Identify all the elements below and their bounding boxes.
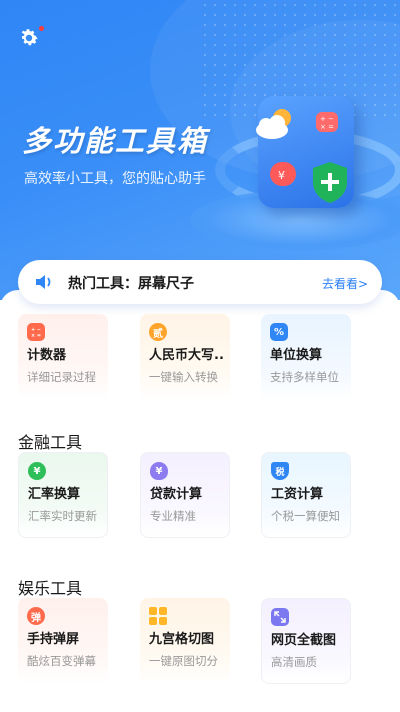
tool-name: 计数器 xyxy=(27,348,67,363)
percent-icon: % xyxy=(270,323,288,341)
svg-text:+ −: + − xyxy=(320,115,334,123)
section-title-finance: 金融工具 xyxy=(18,433,83,452)
shield-plus-icon xyxy=(313,162,347,203)
tool-name: 贷款计算 xyxy=(150,487,203,502)
tool-desc: 专业精准 xyxy=(150,509,196,523)
speaker-icon xyxy=(36,275,51,289)
tool-desc: 一键原图切分 xyxy=(149,654,218,668)
tool-desc: 详细记录过程 xyxy=(27,370,96,384)
calculator-icon: + − × = xyxy=(27,323,45,341)
app-subtitle: 高效率小工具，您的贴心助手 xyxy=(24,171,206,187)
tool-card-handheld-danmaku[interactable]: 弹 手持弹屏 酷炫百变弹幕 xyxy=(18,598,108,684)
notification-dot xyxy=(39,26,44,31)
tool-desc: 酷炫百变弹幕 xyxy=(27,654,96,668)
section-title-entertainment: 娱乐工具 xyxy=(18,579,83,598)
moneybag-mini-icon: ¥ xyxy=(270,162,296,186)
notice-text: 热门工具：屏幕尺子 xyxy=(68,276,194,292)
rmb-icon: 贰 xyxy=(149,323,167,341)
grid-icon xyxy=(149,607,167,625)
tool-card-webpage-screenshot[interactable]: 网页全截图 高清画质 xyxy=(261,598,351,684)
tool-card-nine-grid[interactable]: 九宫格切图 一键原图切分 xyxy=(140,598,230,684)
tool-card-unit-conversion[interactable]: % 单位换算 支持多样单位 xyxy=(261,314,351,400)
tool-desc: 支持多样单位 xyxy=(270,370,339,384)
tool-card-salary[interactable]: 税 工资计算 个税一算便知 xyxy=(261,452,351,538)
notice-more-link[interactable]: 去看看> xyxy=(322,275,368,292)
hero-banner: 多功能工具箱 高效率小工具，您的贴心助手 + − × = ¥ xyxy=(0,0,400,300)
app-title: 多功能工具箱 xyxy=(22,124,209,158)
tool-name: 汇率换算 xyxy=(28,487,81,502)
yen-icon: ¥ xyxy=(28,462,46,480)
tool-name: 工资计算 xyxy=(271,487,324,502)
tool-desc: 一键输入转换 xyxy=(149,370,218,384)
tool-card-loan[interactable]: ¥ 贷款计算 专业精准 xyxy=(140,452,230,538)
tool-card-rmb-uppercase[interactable]: 贰 人民币大写.. 一键输入转换 xyxy=(140,314,230,400)
tool-desc: 个税一算便知 xyxy=(271,509,340,523)
tax-shield-icon: 税 xyxy=(271,462,289,480)
tool-desc: 汇率实时更新 xyxy=(28,509,97,523)
danmaku-icon: 弹 xyxy=(27,607,45,625)
expand-icon xyxy=(271,608,289,626)
tool-card-counter[interactable]: + − × = 计数器 详细记录过程 xyxy=(18,314,108,400)
tool-name: 网页全截图 xyxy=(271,633,337,648)
hot-tool-notice[interactable]: 热门工具：屏幕尺子 去看看> xyxy=(18,260,382,304)
tool-name: 人民币大写.. xyxy=(149,348,224,363)
svg-text:¥: ¥ xyxy=(278,169,285,182)
tool-desc: 高清画质 xyxy=(271,655,317,669)
tool-card-exchange-rate[interactable]: ¥ 汇率换算 汇率实时更新 xyxy=(18,452,108,538)
calculator-mini-icon: + − × = xyxy=(316,112,338,132)
tool-name: 九宫格切图 xyxy=(149,632,215,647)
svg-text:× =: × = xyxy=(31,333,41,338)
svg-text:× =: × = xyxy=(320,123,334,131)
moneybag-icon: ¥ xyxy=(150,462,168,480)
gear-icon[interactable] xyxy=(18,27,40,49)
tool-name: 手持弹屏 xyxy=(27,632,80,647)
cloud-sun-icon xyxy=(256,109,291,139)
tool-name: 单位换算 xyxy=(270,348,323,363)
